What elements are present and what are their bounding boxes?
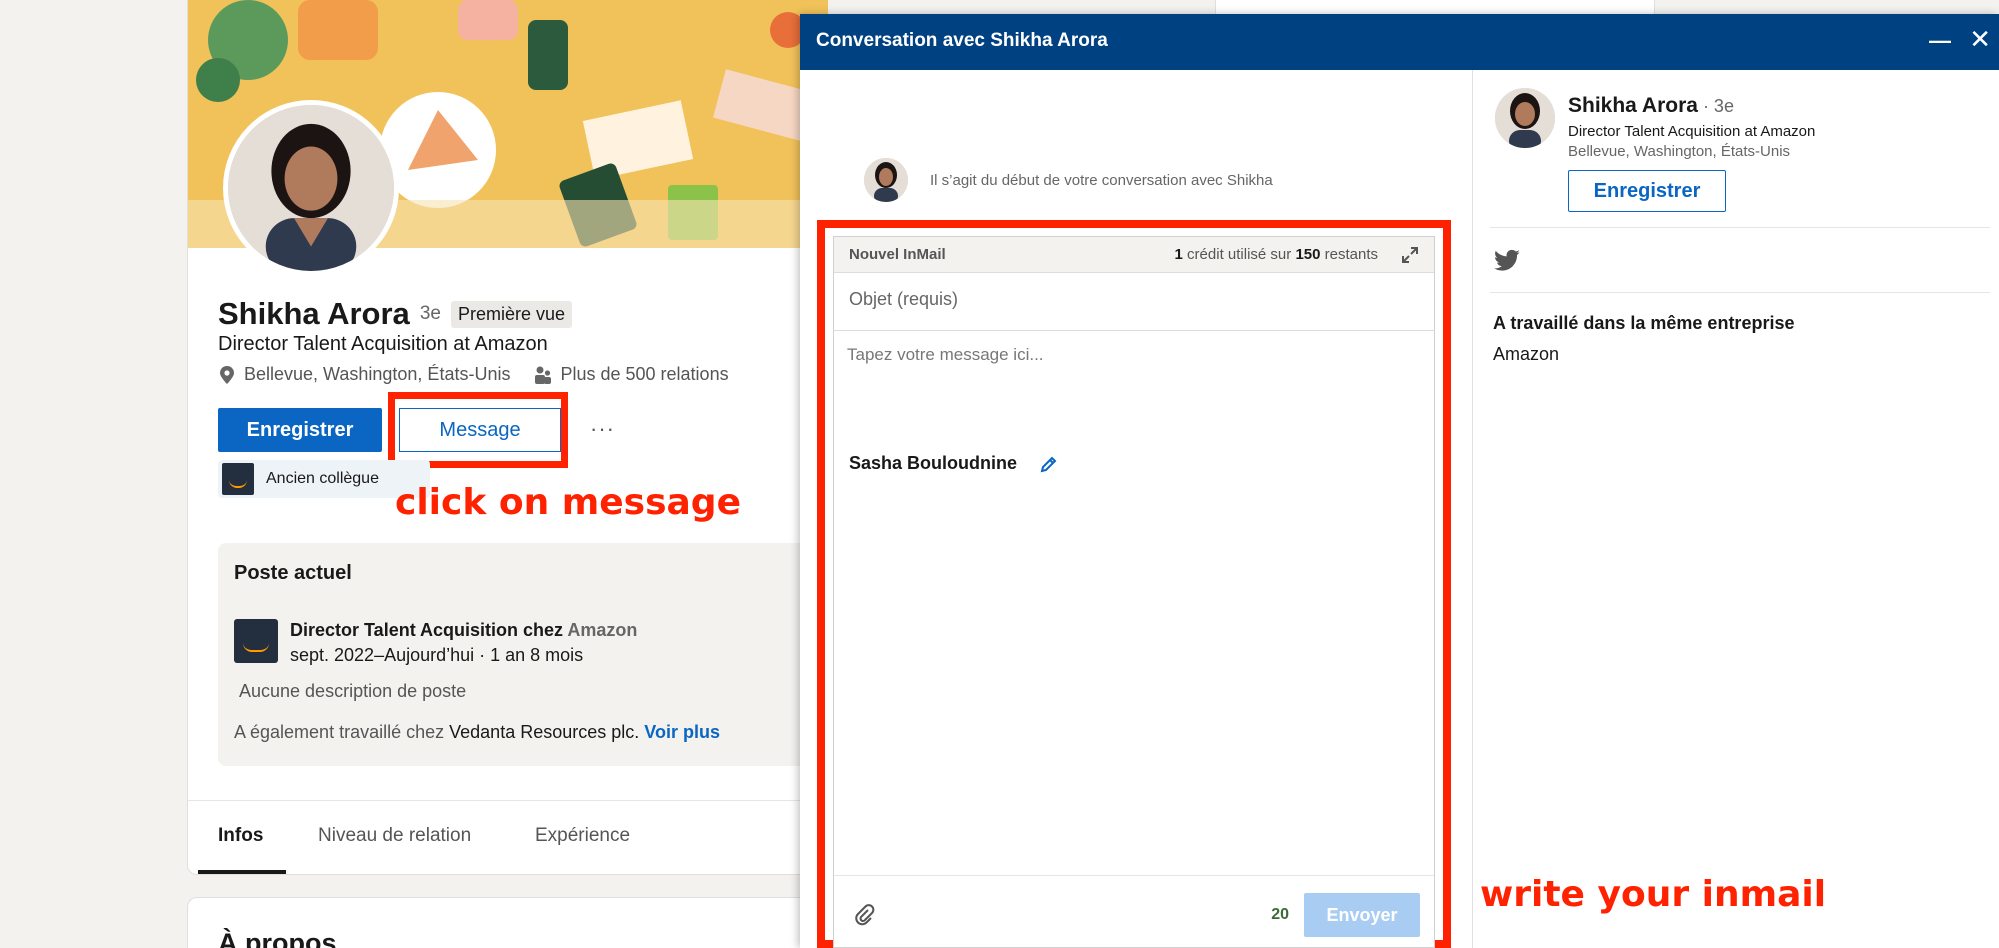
profile-avatar[interactable] (223, 100, 399, 276)
profile-connections[interactable]: Plus de 500 relations (560, 364, 728, 385)
signature-name: Sasha Bouloudnine (849, 453, 1018, 473)
close-icon[interactable]: ✕ (1969, 24, 1991, 55)
location-pin-icon (220, 365, 234, 384)
char-counter: 20 (1271, 906, 1289, 923)
about-card: À propos (187, 897, 827, 948)
conversation-thread: Il s’agit du début de votre conversation… (800, 70, 1472, 948)
conversation-header: Conversation avec Shikha Arora — ✕ (800, 14, 1999, 70)
subject-row (834, 273, 1434, 331)
about-title: À propos (218, 928, 337, 948)
conversation-title: Conversation avec Shikha Arora (816, 30, 1108, 51)
profile-location: Bellevue, Washington, États-Unis (244, 364, 511, 384)
inmail-composer: Nouvel InMail 1 crédit utilisé sur 150 r… (833, 236, 1435, 948)
more-actions-button[interactable]: ··· (590, 416, 615, 442)
pane-divider (1472, 70, 1473, 948)
current-position-card: Poste actuel Director Talent Acquisition… (218, 543, 818, 766)
inmail-credits: 1 crédit utilisé sur 150 restants (1175, 246, 1378, 263)
paperclip-icon[interactable] (854, 904, 876, 926)
first-view-badge: Première vue (450, 300, 572, 328)
see-more-link[interactable]: Voir plus (644, 722, 720, 742)
current-role: Director Talent Acquisition chez Amazon (290, 620, 637, 641)
amazon-logo (222, 463, 254, 495)
side-divider (1490, 227, 1990, 228)
signature-row: Sasha Bouloudnine (849, 453, 1059, 474)
profile-card: Shikha Arora 3e Première vue Director Ta… (187, 0, 828, 875)
message-textarea[interactable] (847, 345, 1417, 425)
expand-icon[interactable] (1400, 245, 1420, 265)
message-button[interactable]: Message (399, 408, 561, 452)
click-annotation: click on message (395, 482, 741, 523)
tab-relationship-level[interactable]: Niveau de relation (318, 825, 471, 847)
also-worked-prefix: A également travaillé chez (234, 722, 445, 742)
credits-remaining: 150 (1295, 246, 1321, 263)
credits-suffix: restants (1320, 246, 1378, 263)
profile-headline: Director Talent Acquisition at Amazon (218, 333, 548, 355)
active-tab-indicator (198, 870, 286, 874)
subject-input[interactable] (849, 289, 1409, 310)
also-worked-company: Vedanta Resources plc. (449, 722, 640, 742)
current-role-title: Director Talent Acquisition chez (290, 620, 564, 640)
thread-avatar (864, 158, 908, 202)
connection-degree: 3e (419, 303, 441, 324)
profile-meta: Bellevue, Washington, États-Unis Plus de… (218, 364, 729, 385)
side-degree: · 3e (1697, 96, 1734, 116)
shared-company: Amazon (1493, 344, 1560, 364)
amazon-logo[interactable] (234, 619, 278, 663)
conversation-start-text: Il s’agit du début de votre conversation… (930, 172, 1273, 189)
write-annotation: write your inmail (1480, 874, 1827, 915)
conversation-overlay: Conversation avec Shikha Arora — ✕ Il s’… (800, 14, 1999, 948)
inmail-label: Nouvel InMail (849, 246, 946, 263)
current-position-title: Poste actuel (234, 562, 352, 584)
credits-used: 1 (1174, 246, 1183, 263)
current-role-dates: sept. 2022–Aujourd’hui · 1 an 8 mois (290, 645, 584, 665)
side-location: Bellevue, Washington, États-Unis (1568, 143, 1791, 160)
side-headline: Director Talent Acquisition at Amazon (1568, 123, 1816, 140)
save-button[interactable]: Enregistrer (218, 408, 382, 452)
minimize-icon[interactable]: — (1929, 28, 1951, 54)
tab-experience[interactable]: Expérience (535, 825, 630, 847)
side-divider (1490, 292, 1990, 293)
pencil-icon[interactable] (1039, 454, 1059, 474)
credits-middle: crédit utilisé sur (1182, 246, 1296, 263)
twitter-icon[interactable] (1493, 249, 1521, 273)
side-name-row: Shikha Arora · 3e (1568, 94, 1734, 118)
colleague-chip-label: Ancien collègue (266, 470, 379, 487)
side-avatar[interactable] (1495, 88, 1555, 148)
side-save-button[interactable]: Enregistrer (1568, 170, 1726, 212)
inmail-header: Nouvel InMail 1 crédit utilisé sur 150 r… (834, 237, 1434, 273)
people-icon (535, 366, 552, 384)
worked-same-company-title: A travaillé dans la même entreprise (1493, 313, 1795, 333)
also-worked-at: A également travaillé chez Vedanta Resou… (234, 722, 720, 743)
send-button[interactable]: Envoyer (1304, 893, 1420, 937)
current-role-company[interactable]: Amazon (567, 620, 637, 640)
side-name[interactable]: Shikha Arora (1568, 94, 1698, 117)
profile-tabs: Infos Niveau de relation Expérience (188, 800, 828, 875)
no-description-text: Aucune description de poste (239, 681, 467, 701)
composer-footer: 20 Envoyer (834, 875, 1434, 947)
profile-name: Shikha Arora (218, 296, 410, 331)
profile-name-row: Shikha Arora 3e Première vue (218, 296, 572, 332)
tab-infos[interactable]: Infos (218, 825, 263, 847)
